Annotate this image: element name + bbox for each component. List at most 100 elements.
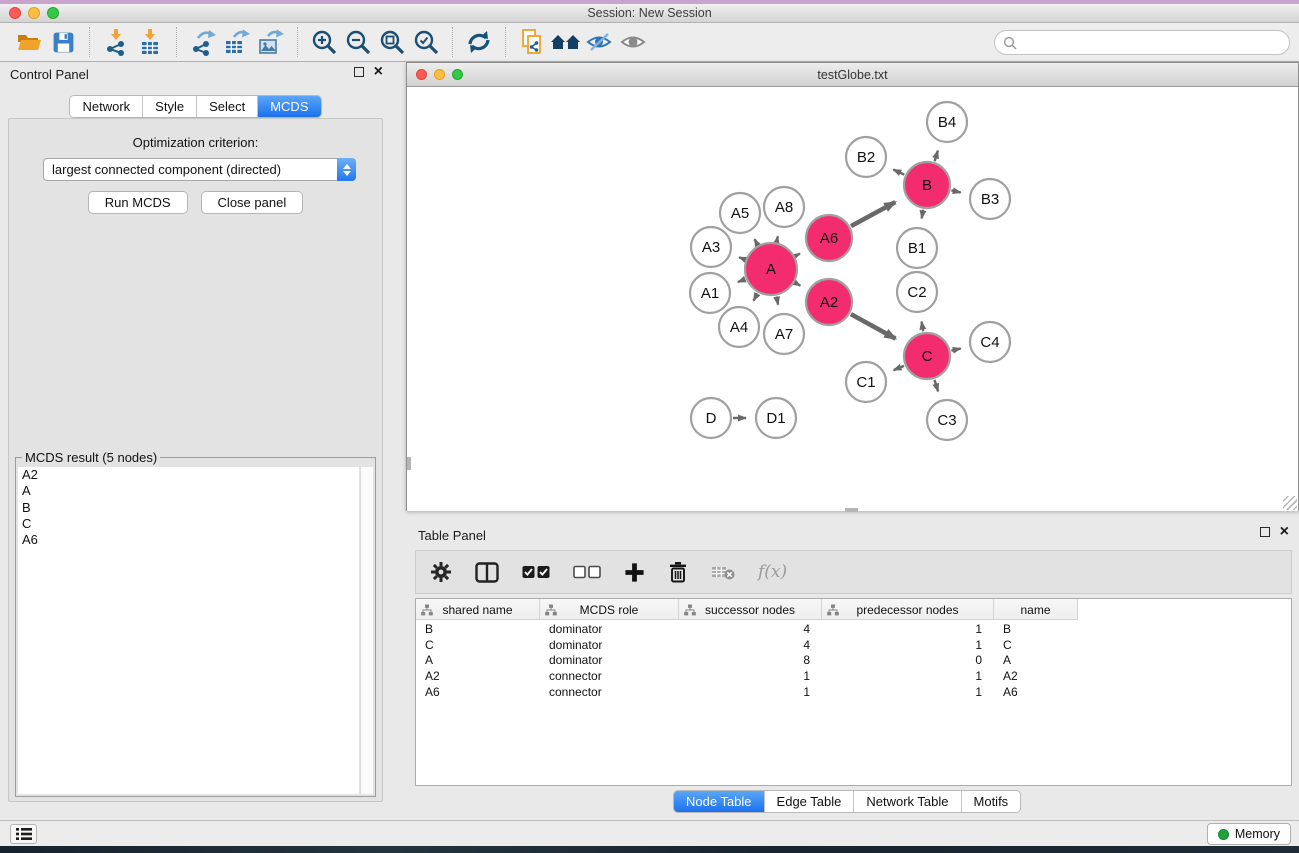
cell-mcds-role: connector (540, 669, 679, 683)
create-column-plus-icon[interactable] (624, 562, 645, 583)
edge-B-B3[interactable] (951, 190, 960, 192)
column-header-successor-nodes[interactable]: successor nodes (679, 599, 822, 620)
edge-A-A8[interactable] (777, 236, 778, 241)
edge-C-C3[interactable] (935, 380, 939, 392)
float-panel-icon[interactable] (354, 67, 364, 77)
task-history-button[interactable] (10, 824, 37, 844)
column-header-predecessor-nodes[interactable]: predecessor nodes (822, 599, 994, 620)
export-image-button[interactable] (254, 27, 288, 57)
edge-A2-C[interactable] (851, 314, 896, 339)
table-panel-title: Table Panel (418, 528, 486, 543)
edge-A-A1[interactable] (738, 279, 745, 282)
unselect-all-columns-icon[interactable] (573, 565, 601, 579)
edge-A-A6[interactable] (796, 254, 800, 256)
export-table-button[interactable] (220, 27, 254, 57)
edge-C-C4[interactable] (951, 349, 960, 351)
table-tab-network-table[interactable]: Network Table (854, 791, 961, 812)
cell-shared-name: B (416, 622, 540, 636)
zoom-out-button[interactable] (341, 27, 375, 57)
edge-A-A7[interactable] (777, 297, 779, 305)
open-session-button[interactable] (12, 27, 46, 57)
save-session-button[interactable] (46, 27, 80, 57)
close-table-panel-icon[interactable]: × (1280, 527, 1289, 537)
home-view-button[interactable] (549, 27, 583, 57)
run-mcds-button[interactable]: Run MCDS (88, 191, 188, 214)
edge-A6-B[interactable] (851, 202, 895, 226)
node-label-D1: D1 (766, 410, 785, 427)
result-item[interactable]: A (18, 483, 359, 499)
result-scrollbar[interactable] (360, 467, 373, 794)
export-image-icon (258, 29, 285, 56)
import-table-button[interactable] (133, 27, 167, 57)
edge-A-A5[interactable] (755, 239, 758, 244)
function-builder-fx-icon[interactable]: f(x) (758, 562, 787, 582)
result-item[interactable]: B (18, 500, 359, 516)
edge-B-B4[interactable] (935, 151, 938, 162)
window-resize-grip[interactable] (1283, 496, 1297, 510)
edge-C-C2[interactable] (922, 322, 924, 332)
open-folder-icon (16, 29, 42, 55)
export-network-button[interactable] (186, 27, 220, 57)
float-table-panel-icon[interactable] (1260, 527, 1270, 537)
dropdown-stepper-icon (337, 158, 356, 181)
table-settings-gear-icon[interactable] (430, 561, 452, 583)
result-item[interactable]: C (18, 516, 359, 532)
column-header-mcds-role[interactable]: MCDS role (540, 599, 679, 620)
import-network-icon (103, 28, 129, 56)
network-canvas[interactable]: B4B2BB3A5A8A6B1A3AA1C2A2A4A7CC4C1C3DD1 (407, 87, 1298, 511)
column-header-shared-name[interactable]: shared name (416, 599, 540, 620)
delete-column-trash-icon[interactable] (668, 561, 688, 583)
node-table[interactable]: shared nameMCDS rolesuccessor nodesprede… (415, 598, 1292, 786)
apply-layout-button[interactable] (462, 27, 496, 57)
memory-button[interactable]: Memory (1207, 823, 1291, 845)
table-row[interactable]: A2connector11A2 (416, 668, 1291, 684)
node-label-B: B (922, 177, 932, 194)
mcds-result-list[interactable]: A2ABCA6 (18, 467, 359, 794)
table-row[interactable]: Adominator80A (416, 653, 1291, 669)
column-header-name[interactable]: name (994, 599, 1078, 620)
zoom-in-button[interactable] (307, 27, 341, 57)
table-row[interactable]: A6connector11A6 (416, 684, 1291, 700)
mcds-result-title: MCDS result (5 nodes) (22, 450, 160, 465)
delete-table-icon[interactable] (711, 564, 735, 580)
criterion-dropdown[interactable]: largest connected component (directed) (43, 158, 356, 181)
edge-B-B2[interactable] (893, 170, 904, 175)
edge-B-B1[interactable] (922, 210, 923, 219)
show-column-panel-icon[interactable] (475, 562, 499, 583)
show-graphics-details-button[interactable] (617, 27, 651, 57)
table-row[interactable]: Bdominator41B (416, 621, 1291, 637)
tab-select[interactable]: Select (197, 96, 258, 117)
close-panel-icon[interactable]: × (374, 67, 383, 77)
zoom-fit-button[interactable] (375, 27, 409, 57)
table-row[interactable]: Cdominator41C (416, 637, 1291, 653)
table-tab-node-table[interactable]: Node Table (674, 791, 765, 812)
table-tab-motifs[interactable]: Motifs (962, 791, 1021, 812)
edge-C-C1[interactable] (894, 366, 904, 370)
table-tab-edge-table[interactable]: Edge Table (765, 791, 855, 812)
tab-network[interactable]: Network (70, 96, 143, 117)
node-label-C1: C1 (856, 374, 875, 391)
node-label-A: A (766, 261, 776, 278)
result-item[interactable]: A6 (18, 532, 359, 548)
canvas-hscroll-thumb[interactable] (845, 508, 858, 512)
network-window-titlebar[interactable]: testGlobe.txt (407, 63, 1298, 87)
edge-A-A2[interactable] (795, 283, 800, 286)
edge-A-A3[interactable] (739, 257, 745, 259)
desktop-wallpaper-strip (0, 846, 1299, 853)
zoom-selected-button[interactable] (409, 27, 443, 57)
close-panel-button[interactable]: Close panel (201, 191, 304, 214)
tab-style[interactable]: Style (143, 96, 197, 117)
tab-mcds[interactable]: MCDS (258, 96, 320, 117)
result-item[interactable]: A2 (18, 467, 359, 483)
search-input[interactable] (1022, 36, 1289, 50)
canvas-vscroll-thumb[interactable] (407, 457, 411, 470)
node-label-A8: A8 (775, 199, 793, 216)
import-network-button[interactable] (99, 27, 133, 57)
select-all-columns-icon[interactable] (522, 565, 550, 579)
hide-graphics-details-button[interactable] (583, 27, 617, 57)
cell-name: A6 (994, 685, 1078, 699)
window-title: Session: New Session (0, 6, 1299, 20)
edge-A-A4[interactable] (754, 294, 758, 301)
duplicate-network-button[interactable] (515, 27, 549, 57)
toolbar-separator (89, 27, 90, 57)
